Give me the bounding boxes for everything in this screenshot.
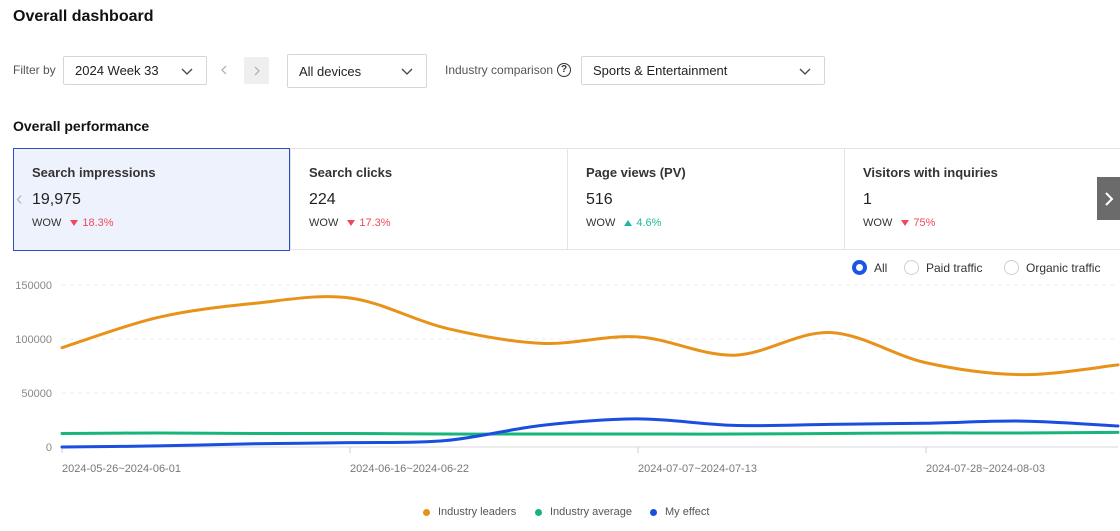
metric-name: Search clicks <box>309 165 393 180</box>
legend-dot <box>650 508 657 516</box>
x-tick-label: 2024-07-28~2024-08-03 <box>926 463 1045 475</box>
y-tick-label: 50000 <box>21 388 52 400</box>
legend-label: My effect <box>665 506 710 518</box>
wow-label: WOW <box>309 217 339 229</box>
wow-change: 17.3% <box>359 217 391 229</box>
week-select-value: 2024 Week 33 <box>75 63 159 78</box>
metric-card-visitors-inquiries[interactable]: Visitors with inquiries 1 WOW 75% <box>844 149 1120 250</box>
cards-prev-button[interactable]: ‹ <box>16 188 23 211</box>
legend-label: Industry average <box>550 506 632 518</box>
arrow-down-icon <box>347 220 356 226</box>
y-tick-label: 0 <box>46 442 52 454</box>
legend-item-my-effect[interactable]: My effect <box>650 506 709 518</box>
metric-name: Visitors with inquiries <box>863 165 998 180</box>
wow-label: WOW <box>863 217 893 229</box>
next-week-button[interactable] <box>244 57 269 84</box>
traffic-option-organic[interactable]: Organic traffic <box>1004 260 1100 275</box>
metric-name: Page views (PV) <box>586 165 686 180</box>
series-line-industry-leaders[interactable] <box>60 295 1120 377</box>
metric-card-page-views[interactable]: Page views (PV) 516 WOW 4.6% <box>567 149 844 250</box>
metric-cards: Search impressions 19,975 WOW 18.3% Sear… <box>13 148 1120 251</box>
industry-comparison-label: Industry comparison <box>445 63 554 77</box>
traffic-option-label: All <box>874 260 888 275</box>
arrow-up-icon <box>624 220 633 226</box>
arrow-down-icon <box>70 220 79 226</box>
metric-value: 19,975 <box>32 191 81 208</box>
previous-week-button[interactable] <box>212 58 236 82</box>
metric-wow: WOW 18.3% <box>32 217 289 229</box>
x-tick-label: 2024-06-16~2024-06-22 <box>350 463 469 475</box>
wow-label: WOW <box>586 217 616 229</box>
traffic-option-all[interactable]: All <box>852 260 887 275</box>
device-select[interactable]: All devices <box>287 54 427 88</box>
section-title: Overall performance <box>13 118 150 134</box>
radio-icon <box>904 260 919 275</box>
metric-value: 1 <box>863 191 872 208</box>
x-tick-label: 2024-07-07~2024-07-13 <box>638 463 757 475</box>
legend-item-industry-average[interactable]: Industry average <box>535 506 632 518</box>
radio-icon <box>1004 260 1019 275</box>
device-select-value: All devices <box>299 63 362 79</box>
wow-change: 18.3% <box>82 217 114 229</box>
arrow-down-icon <box>901 220 910 226</box>
chevron-right-icon <box>1104 191 1113 206</box>
traffic-option-label: Organic traffic <box>1026 260 1101 275</box>
legend-item-industry-leaders[interactable]: Industry leaders <box>423 506 516 518</box>
industry-select[interactable]: Sports & Entertainment <box>581 56 825 85</box>
chevron-right-icon <box>254 66 260 75</box>
page-title: Overall dashboard <box>13 8 154 25</box>
metric-card-search-impressions[interactable]: Search impressions 19,975 WOW 18.3% <box>13 148 290 251</box>
legend-dot <box>423 508 430 516</box>
cards-next-button[interactable] <box>1097 177 1120 220</box>
help-icon[interactable]: ? <box>557 63 571 77</box>
metric-name: Search impressions <box>32 165 156 180</box>
metric-value: 224 <box>309 191 336 208</box>
industry-select-value: Sports & Entertainment <box>593 63 728 78</box>
series-line-industry-average[interactable] <box>60 430 1120 436</box>
wow-label: WOW <box>32 217 62 229</box>
performance-line-chart: 0 50000 100000 150000 2024-05-26~2024-06-01 2… <box>15 280 1120 475</box>
x-tick-label: 2024-05-26~2024-06-01 <box>62 463 181 475</box>
chevron-left-icon <box>221 65 227 75</box>
traffic-option-paid[interactable]: Paid traffic <box>904 260 982 275</box>
legend-label: Industry leaders <box>438 506 517 518</box>
week-select[interactable]: 2024 Week 33 <box>63 56 207 85</box>
chevron-down-icon <box>181 68 193 75</box>
metric-value: 516 <box>586 191 613 208</box>
metric-card-search-clicks[interactable]: Search clicks 224 WOW 17.3% <box>290 149 567 250</box>
metric-wow: WOW 75% <box>863 217 1120 229</box>
legend-dot <box>535 508 542 516</box>
metric-wow: WOW 4.6% <box>586 217 844 229</box>
y-tick-label: 100000 <box>15 334 52 346</box>
radio-selected-icon <box>852 260 867 275</box>
y-tick-label: 150000 <box>15 280 52 292</box>
chevron-down-icon <box>799 68 811 75</box>
wow-change: 4.6% <box>636 217 662 229</box>
metric-wow: WOW 17.3% <box>309 217 567 229</box>
filter-label: Filter by <box>13 63 56 77</box>
traffic-option-label: Paid traffic <box>926 260 983 275</box>
chevron-down-icon <box>401 68 413 75</box>
wow-change: 75% <box>913 217 936 229</box>
